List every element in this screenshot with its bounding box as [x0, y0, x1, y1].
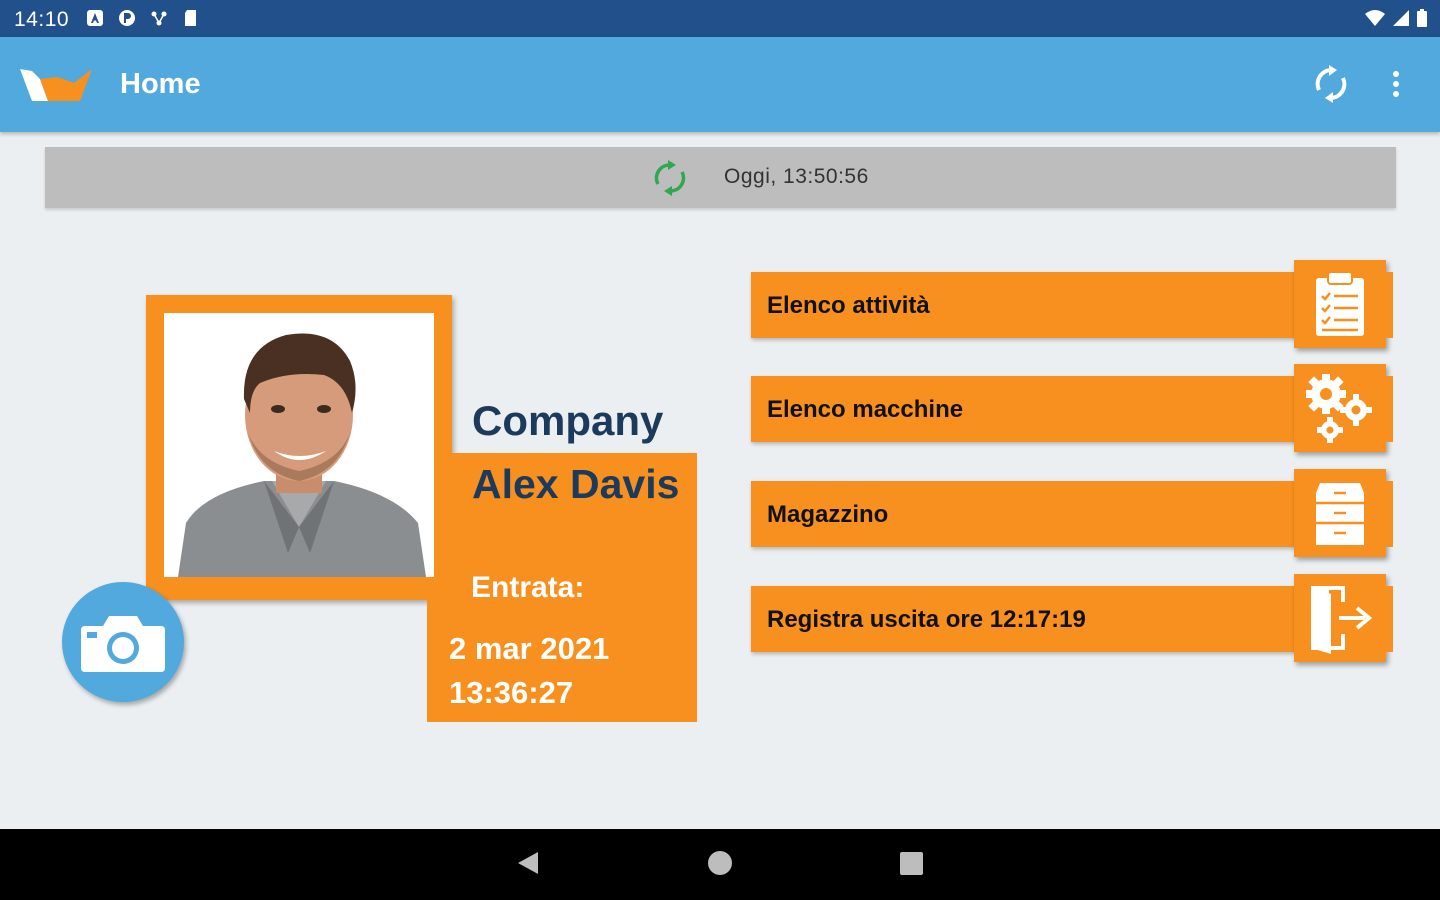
sd-card-icon — [185, 10, 196, 26]
last-sync-time: Oggi, 13:50:56 — [724, 165, 869, 188]
last-sync-strip: Oggi, 13:50:56 — [45, 147, 1396, 208]
menu-item-register-exit[interactable]: Registra uscita ore 12:17:19 — [751, 574, 1393, 662]
camera-button[interactable] — [62, 582, 184, 702]
home-icon[interactable] — [708, 851, 732, 875]
menu-item-warehouse[interactable]: Magazzino — [751, 469, 1393, 557]
menu-item-label: Magazzino — [767, 501, 889, 528]
signal-icon — [1393, 10, 1409, 26]
menu-bar: Elenco macchine — [751, 376, 1301, 442]
menu-bar: Registra uscita ore 12:17:19 — [751, 586, 1301, 652]
menu-bar: Elenco attività — [751, 272, 1301, 338]
back-icon[interactable] — [516, 850, 540, 876]
sync-status-icon — [654, 160, 686, 196]
clipboard-checklist-icon — [1316, 271, 1364, 336]
entrance-time: 13:36:27 — [449, 675, 574, 710]
filing-cabinet-icon — [1316, 483, 1364, 545]
company-name: Company — [472, 397, 664, 444]
network-share-icon — [151, 11, 167, 26]
battery-icon — [1417, 9, 1427, 27]
menu-item-label: Registra uscita ore 12:17:19 — [767, 606, 1086, 633]
status-bar: 14:10 — [0, 0, 1440, 37]
exit-door-icon — [1311, 586, 1373, 654]
notification-icons — [86, 9, 200, 27]
sync-icon — [1315, 65, 1347, 103]
overflow-menu-button[interactable] — [1378, 61, 1414, 107]
menu-icon-box — [1294, 574, 1393, 662]
menu-icon-box — [1294, 469, 1393, 557]
menu-item-activity-list[interactable]: Elenco attività — [751, 260, 1393, 348]
entrance-date: 2 mar 2021 — [449, 631, 610, 666]
page-title: Home — [120, 68, 201, 100]
entrance-label: Entrata: — [471, 571, 585, 604]
menu-item-machine-list[interactable]: Elenco macchine — [751, 364, 1393, 452]
menu-bar: Magazzino — [751, 481, 1301, 547]
wifi-icon — [1365, 10, 1385, 26]
more-vertical-icon — [1393, 71, 1399, 97]
employee-name: Alex Davis — [472, 461, 680, 507]
notification-p-icon — [119, 10, 135, 26]
system-icons — [1364, 8, 1428, 28]
profile-photo-frame — [146, 295, 452, 600]
app-bar: Home — [0, 37, 1440, 132]
menu-icon-box — [1294, 260, 1393, 348]
system-nav-bar — [0, 829, 1440, 900]
gears-icon — [1306, 374, 1372, 443]
entrance-timestamp: 2 mar 2021 13:36:27 — [449, 627, 609, 715]
menu-item-label: Elenco attività — [767, 292, 930, 319]
app-logo — [20, 69, 92, 101]
recents-icon[interactable] — [900, 852, 923, 875]
avatar — [164, 313, 434, 577]
notification-a-icon — [87, 10, 103, 26]
menu-item-label: Elenco macchine — [767, 396, 964, 423]
camera-icon — [81, 616, 165, 672]
status-time: 14:10 — [14, 8, 70, 31]
profile-photo — [164, 313, 434, 577]
menu-icon-box — [1294, 364, 1393, 452]
sync-button[interactable] — [1308, 61, 1354, 107]
